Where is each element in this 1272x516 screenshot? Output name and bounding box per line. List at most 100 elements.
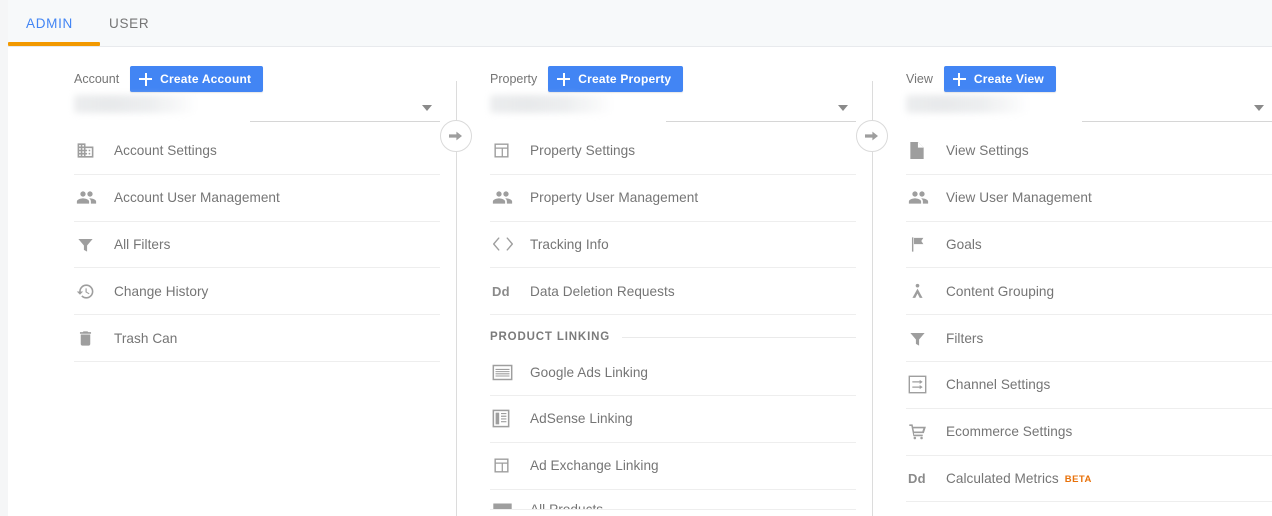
ad-banner-icon [490,364,530,381]
menu-item-all-products[interactable]: All Products [490,490,856,510]
menu-item-label: Tracking Info [530,236,609,252]
menu-item-view-settings[interactable]: View Settings [906,128,1272,175]
layout-icon [490,456,530,475]
menu-item-channel-settings[interactable]: Channel Settings [906,362,1272,409]
menu-item-label: AdSense Linking [530,411,633,427]
menu-item-label: Account Settings [114,143,217,159]
menu-item-adsense-linking[interactable]: AdSense Linking [490,396,856,443]
code-brackets-icon [490,235,530,253]
plus-icon [557,72,571,86]
section-title: PRODUCT LINKING [490,331,611,344]
funnel-icon [906,329,946,348]
menu-item-account-user-management[interactable]: Account User Management [74,175,440,222]
beta-badge: BETA [1064,473,1092,485]
funnel-icon [74,235,114,254]
view-column-label: View [906,72,933,86]
menu-item-filters[interactable]: Filters [906,315,1272,362]
people-icon [74,187,114,208]
account-selector-underline [250,121,440,122]
menu-item-tracking-info[interactable]: Tracking Info [490,222,856,269]
menu-item-label: Account User Management [114,190,280,206]
tab-list: ADMIN USER [8,0,167,46]
menu-item-label: All Products [530,501,604,510]
menu-item-calculated-metrics[interactable]: Dd Calculated Metrics BETA [906,456,1272,503]
connector-property-view [856,81,890,516]
products-icon [490,502,530,509]
people-icon [906,187,946,208]
menu-item-all-filters[interactable]: All Filters [74,222,440,269]
view-selector[interactable] [906,92,1272,122]
view-column-header: View Create View [906,66,1056,92]
menu-item-label: Goals [946,236,982,252]
create-property-button[interactable]: Create Property [548,66,684,92]
property-selector[interactable] [490,92,856,122]
menu-item-content-grouping[interactable]: Content Grouping [906,268,1272,316]
menu-item-view-user-management[interactable]: View User Management [906,175,1272,222]
tab-user[interactable]: USER [91,0,167,46]
menu-item-label: Content Grouping [946,283,1055,299]
account-selector[interactable] [74,92,440,122]
menu-item-label: Data Deletion Requests [530,283,675,299]
adsense-icon [490,409,530,428]
section-product-linking: PRODUCT LINKING [490,315,856,349]
menu-item-label: Change History [114,283,209,299]
people-icon [490,187,530,208]
menu-item-label: Property User Management [530,190,699,206]
connector-account-property [440,81,474,516]
menu-item-label: Channel Settings [946,377,1051,393]
property-menu: Property Settings Property User Manageme… [490,128,856,510]
menu-item-label: Filters [946,330,984,346]
view-selector-underline [1082,121,1272,122]
tab-admin-label: ADMIN [26,15,73,31]
create-account-button-label: Create Account [160,72,252,86]
grouping-icon [906,282,946,301]
property-column-label: Property [490,72,538,86]
history-icon [74,282,114,301]
property-selector-underline [666,121,856,122]
menu-item-account-settings[interactable]: Account Settings [74,128,440,175]
menu-item-change-history[interactable]: Change History [74,268,440,316]
left-gutter [0,0,8,516]
menu-item-property-user-management[interactable]: Property User Management [490,175,856,222]
chevron-down-icon [1254,105,1264,111]
account-column-label: Account [74,72,120,86]
menu-item-label: Trash Can [114,330,178,346]
create-property-button-label: Create Property [578,72,672,86]
chevron-down-icon [838,105,848,111]
account-column: Account Create Account Account Settings [56,47,440,516]
plus-icon [952,72,966,86]
create-view-button-label: Create View [973,72,1044,86]
admin-columns: Account Create Account Account Settings [0,47,1272,516]
menu-item-ecommerce-settings[interactable]: Ecommerce Settings [906,409,1272,456]
arrow-right-circle-icon [440,120,472,152]
view-selector-value [906,95,1028,113]
plus-icon [139,72,153,86]
menu-item-label: Calculated Metrics [946,470,1059,486]
menu-item-ad-exchange-linking[interactable]: Ad Exchange Linking [490,443,856,490]
arrow-right-circle-icon [856,120,888,152]
section-rule [622,336,856,338]
menu-item-trash-can[interactable]: Trash Can [74,315,440,362]
account-selector-value [74,95,196,113]
channel-icon [906,375,946,394]
menu-item-label: Ecommerce Settings [946,424,1073,440]
menu-item-property-settings[interactable]: Property Settings [490,128,856,175]
menu-item-goals[interactable]: Goals [906,222,1272,269]
tab-bar: ADMIN USER [0,0,1272,47]
create-view-button[interactable]: Create View [943,66,1056,92]
property-column-header: Property Create Property [490,66,684,92]
tab-admin[interactable]: ADMIN [8,0,91,46]
flag-icon [906,235,946,254]
property-column: Property Create Property Property Settin… [472,47,856,516]
create-account-button[interactable]: Create Account [130,66,264,92]
menu-item-data-deletion-requests[interactable]: Dd Data Deletion Requests [490,268,856,316]
menu-item-google-ads-linking[interactable]: Google Ads Linking [490,349,856,396]
menu-item-label: View Settings [946,143,1029,159]
menu-item-label: Google Ads Linking [530,364,649,380]
cart-icon [906,422,946,441]
account-column-header: Account Create Account [74,66,264,92]
menu-item-label: Property Settings [530,143,636,159]
document-icon [906,141,946,160]
property-selector-value [490,95,612,113]
dd-text-icon: Dd [908,470,926,486]
